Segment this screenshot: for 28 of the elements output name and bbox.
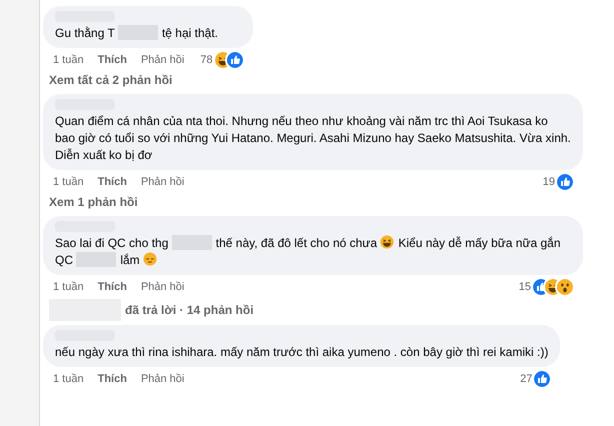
- like-link[interactable]: Thích: [98, 174, 127, 190]
- like-link[interactable]: Thích: [98, 370, 127, 388]
- reply-link[interactable]: Phản hồi: [140, 52, 184, 68]
- like-reaction-icon: [226, 52, 243, 68]
- reaction-count: 19: [542, 174, 555, 190]
- comment-time: 1 tuần: [53, 52, 84, 68]
- comment-time: 1 tuần: [53, 174, 84, 190]
- comment-text: Gu thằng T tệ hại thật.: [55, 25, 219, 42]
- reaction-count: 15: [518, 280, 531, 295]
- like-reaction-icon: [534, 371, 550, 387]
- replies-summary-link[interactable]: đã trả lời · 14 phản hồi: [125, 301, 254, 319]
- relieved-face-emoji-icon: [143, 252, 158, 266]
- surprised-face-icon: [557, 279, 573, 295]
- like-reaction-icon: [557, 174, 573, 190]
- view-replies-link[interactable]: Xem 1 phản hồi: [49, 194, 138, 210]
- comment-text: Sao lai đi QC cho thg thế này, đã đô lết cho nó chưa Kiểu này dễ mấy bữa nữa gắn QC lắm: [55, 235, 562, 269]
- view-replies-link[interactable]: Xem tất cả 2 phản hồi: [49, 72, 172, 88]
- comment-text: Quan điểm cá nhân của nta thoi. Nhưng nếu theo như khoảng vài năm trc thì Aoi Tsukasa ko bao giờ có tuổi so với những Yui Hatano. Meguri. Asahi Mizuno hay Saeko Matsushita. Vừa xinh. Diễn xuất ko bị đơ: [55, 113, 571, 164]
- like-link[interactable]: Thích: [98, 278, 127, 296]
- reaction-count: 27: [520, 372, 532, 387]
- reply-link[interactable]: Phản hồi: [140, 278, 184, 296]
- reply-link[interactable]: Phản hồi: [140, 370, 184, 388]
- reaction-count: 78: [200, 52, 213, 68]
- comment-text: nếu ngày xưa thì rina ishihara. mấy năm trước thì aika yumeno . còn bây giờ thì rei kamiki :)): [55, 344, 548, 361]
- reply-link[interactable]: Phản hồi: [140, 174, 184, 190]
- comment-time: 1 tuần: [53, 372, 84, 387]
- comment-time: 1 tuần: [53, 280, 84, 295]
- like-link[interactable]: Thích: [98, 52, 127, 68]
